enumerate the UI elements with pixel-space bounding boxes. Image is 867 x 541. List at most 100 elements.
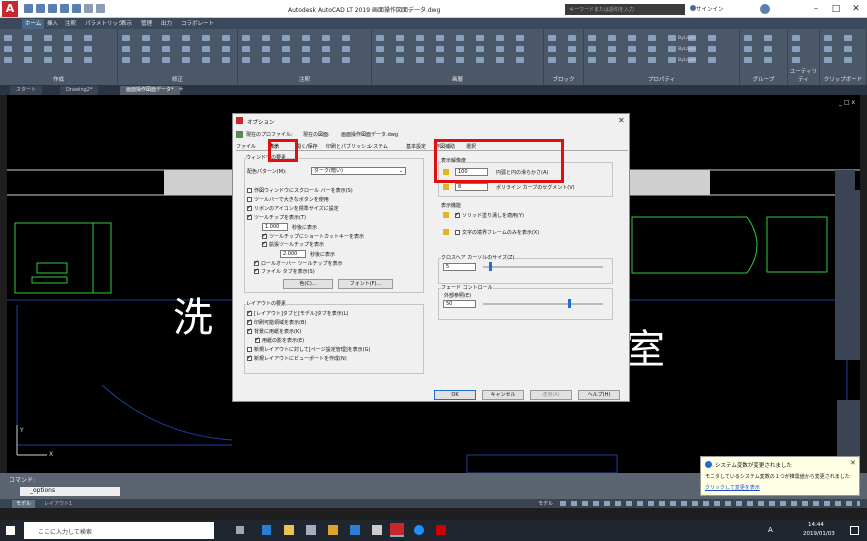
- ribbon-tool-icon[interactable]: [792, 57, 800, 63]
- color-scheme-select[interactable]: ダーク(暗い) ⌄: [311, 167, 406, 175]
- ribbon-tool-icon[interactable]: [668, 57, 676, 63]
- font-button[interactable]: フォント(F)...: [338, 279, 393, 289]
- doc-tab-0[interactable]: スタート: [10, 86, 44, 95]
- ribbon-tab-7[interactable]: コラボレート: [178, 19, 217, 29]
- new-icon[interactable]: [24, 4, 33, 13]
- layout-option-checkbox-0[interactable]: [247, 309, 252, 316]
- ribbon-tool-icon[interactable]: [396, 35, 404, 41]
- ribbon-tool-icon[interactable]: [162, 57, 170, 63]
- ribbon-tool-icon[interactable]: [262, 57, 270, 63]
- ribbon-tool-icon[interactable]: [24, 57, 32, 63]
- ribbon-tool-icon[interactable]: [44, 57, 52, 63]
- ribbon-tool-icon[interactable]: [182, 35, 190, 41]
- help-icon[interactable]: [760, 4, 770, 14]
- ext-tips-checkbox[interactable]: [262, 240, 267, 247]
- window-option-checkbox-2[interactable]: [247, 204, 252, 211]
- ribbon-tool-icon[interactable]: [744, 57, 752, 63]
- task-view-icon[interactable]: [236, 526, 244, 534]
- status-tools[interactable]: [560, 501, 860, 506]
- dialog-tab-0[interactable]: ファイル: [236, 143, 256, 150]
- ribbon-tool-icon[interactable]: [496, 57, 504, 63]
- ribbon-tool-icon[interactable]: [568, 35, 576, 41]
- ribbon-tool-icon[interactable]: [744, 35, 752, 41]
- viewport-window-controls[interactable]: _ □ x: [839, 99, 855, 106]
- dialog-tab-3[interactable]: 印刷とパブリッシュ: [326, 143, 371, 150]
- ribbon-tool-icon[interactable]: [222, 57, 230, 63]
- notif-close-icon[interactable]: ✕: [850, 459, 856, 467]
- ribbon-tool-icon[interactable]: [222, 46, 230, 52]
- ribbon-tool-icon[interactable]: [302, 57, 310, 63]
- dialog-tab-2[interactable]: 開く/保存: [296, 143, 318, 150]
- cancel-button[interactable]: キャンセル: [482, 390, 524, 400]
- sysvar-notification[interactable]: システム変数が変更されました ✕ モニタしているシステム変数の１つが推奨値から変…: [700, 456, 860, 496]
- ribbon-tool-icon[interactable]: [302, 46, 310, 52]
- ribbon-tool-icon[interactable]: [84, 57, 92, 63]
- ribbon-tool-icon[interactable]: [242, 35, 250, 41]
- file-tabs-checkbox[interactable]: [254, 267, 259, 274]
- ribbon-tool-icon[interactable]: [824, 57, 832, 63]
- ribbon-tab-5[interactable]: 管理: [138, 19, 155, 29]
- taskbar-search[interactable]: ここに入力して検索: [24, 522, 214, 539]
- ribbon-tool-icon[interactable]: [162, 35, 170, 41]
- ribbon-tool-icon[interactable]: [648, 46, 656, 52]
- ribbon-tool-icon[interactable]: [396, 57, 404, 63]
- new-tab-button[interactable]: +: [178, 85, 184, 93]
- text-frame-checkbox[interactable]: [455, 230, 460, 235]
- ribbon-tool-icon[interactable]: [142, 35, 150, 41]
- ribbon-tool-icon[interactable]: [436, 35, 444, 41]
- explorer-icon[interactable]: [284, 525, 294, 535]
- fade-slider-track[interactable]: [483, 303, 603, 305]
- ribbon-tool-icon[interactable]: [708, 57, 716, 63]
- layout-option-checkbox-2[interactable]: [247, 327, 252, 334]
- ribbon-tool-icon[interactable]: [262, 35, 270, 41]
- window-option-checkbox-3[interactable]: [247, 213, 252, 220]
- ribbon-tool-icon[interactable]: [302, 35, 310, 41]
- ime-indicator[interactable]: A: [768, 526, 773, 534]
- ribbon-tool-icon[interactable]: [744, 46, 752, 52]
- ribbon-tool-icon[interactable]: [242, 57, 250, 63]
- edge-icon[interactable]: [262, 525, 271, 535]
- save-icon[interactable]: [48, 4, 57, 13]
- ribbon-tool-icon[interactable]: [668, 46, 676, 52]
- app3-icon[interactable]: [436, 525, 446, 535]
- tooltip-delay-input[interactable]: 1.000: [262, 223, 288, 231]
- ribbon-tool-icon[interactable]: [122, 57, 130, 63]
- ribbon-tool-icon[interactable]: [64, 35, 72, 41]
- bylayer-lineweight[interactable]: ByLayer: [678, 58, 696, 63]
- ribbon-tool-icon[interactable]: [64, 57, 72, 63]
- crosshair-slider-thumb[interactable]: [489, 262, 492, 271]
- ribbon-tool-icon[interactable]: [548, 57, 556, 63]
- bylayer-linetype[interactable]: ByLayer: [678, 47, 696, 52]
- layout-option-checkbox-5[interactable]: [247, 354, 252, 361]
- ribbon-tool-icon[interactable]: [568, 46, 576, 52]
- ribbon-tool-icon[interactable]: [262, 46, 270, 52]
- doc-tab-2[interactable]: 画面操作図面データ*: [120, 86, 181, 95]
- open-icon[interactable]: [36, 4, 45, 13]
- ribbon-tool-icon[interactable]: [342, 35, 350, 41]
- ribbon-tool-icon[interactable]: [242, 46, 250, 52]
- apply-button[interactable]: 適用(A): [530, 390, 572, 400]
- ribbon-tool-icon[interactable]: [476, 35, 484, 41]
- search-input[interactable]: キーワードまたは語句を入力: [565, 4, 685, 15]
- ribbon-tool-icon[interactable]: [824, 35, 832, 41]
- ribbon-tool-icon[interactable]: [24, 46, 32, 52]
- ribbon-tool-icon[interactable]: [792, 35, 800, 41]
- close-button[interactable]: ✕: [846, 2, 866, 16]
- polyline-seg-input[interactable]: 8: [455, 183, 488, 191]
- ribbon-tool-icon[interactable]: [4, 35, 12, 41]
- dialog-close-button[interactable]: ✕: [618, 116, 625, 125]
- ribbon-tool-icon[interactable]: [456, 46, 464, 52]
- dialog-tab-5[interactable]: 基本設定: [406, 143, 426, 150]
- autocad-logo-icon[interactable]: A: [2, 1, 18, 17]
- ribbon-tool-icon[interactable]: [708, 46, 716, 52]
- redo-icon[interactable]: [96, 4, 105, 13]
- clock-date[interactable]: 2019/01/03: [803, 531, 835, 537]
- ribbon-tool-icon[interactable]: [122, 35, 130, 41]
- crosshair-input[interactable]: 5: [443, 263, 476, 271]
- ribbon-tool-icon[interactable]: [476, 46, 484, 52]
- ribbon-tool-icon[interactable]: [222, 35, 230, 41]
- doc-tab-1[interactable]: Drawing2*: [60, 86, 100, 95]
- ribbon-tool-icon[interactable]: [844, 57, 852, 63]
- fade-slider-thumb[interactable]: [568, 299, 571, 308]
- ribbon-tab-4[interactable]: 表示: [118, 19, 135, 29]
